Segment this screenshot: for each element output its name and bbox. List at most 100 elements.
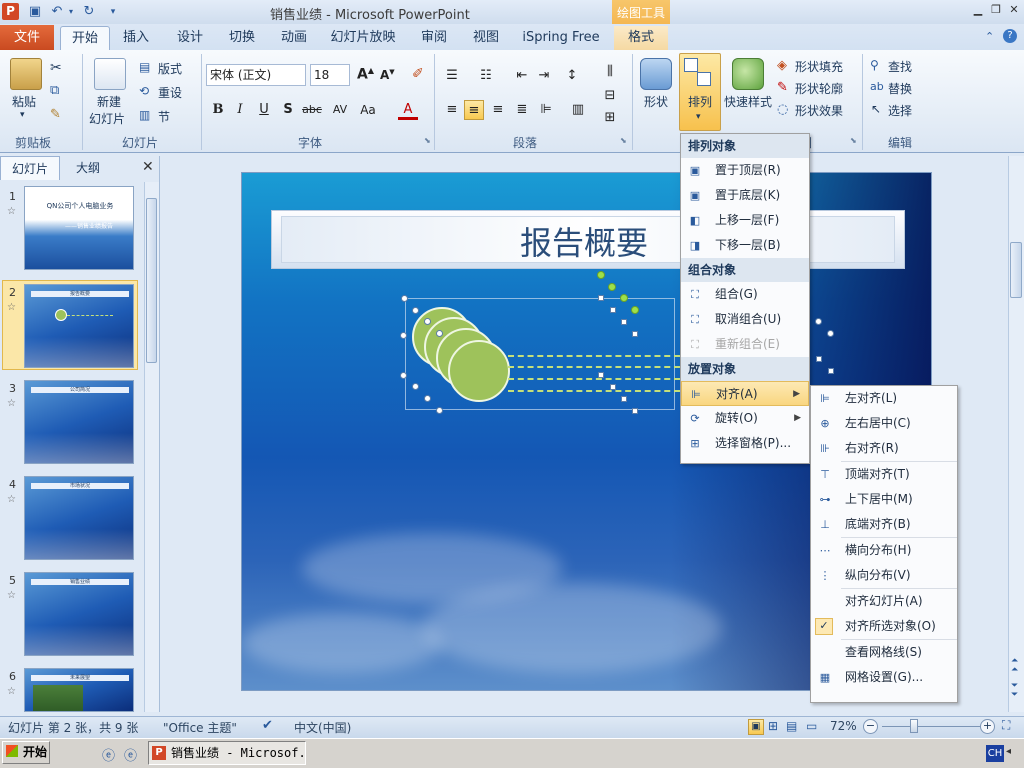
slide-thumbnail-1[interactable]: QN公司个人电脑业务 ——销售业绩报告 (24, 186, 134, 270)
customize-qat-icon[interactable]: ▾ (104, 3, 122, 21)
close-icon[interactable]: ✕ (1006, 2, 1022, 18)
grow-font-icon[interactable]: A▲ (357, 66, 374, 83)
menu-bring-forward[interactable]: ◧ 上移一层(F) (681, 208, 809, 233)
underline-icon[interactable]: U (254, 100, 274, 120)
prev-slide-icon[interactable]: ⏶ ⏶ (1011, 657, 1018, 675)
select-button[interactable]: 选择 (888, 102, 912, 119)
canvas-scrollbar[interactable] (1008, 156, 1024, 712)
menu-align-right[interactable]: ⊪ 右对齐(R) (811, 436, 957, 461)
menu-selection-pane[interactable]: ⊞ 选择窗格(P)... (681, 431, 809, 456)
zoom-in-icon[interactable]: + (980, 719, 995, 734)
shape-outline-icon[interactable]: ✎ (777, 80, 788, 95)
tab-file[interactable]: 文件 (0, 25, 54, 50)
font-color-icon[interactable]: A (398, 100, 418, 120)
replace-button[interactable]: 替换 (888, 80, 912, 97)
shrink-font-icon[interactable]: A▼ (380, 68, 395, 82)
smartart-icon[interactable]: ⊞ (600, 108, 620, 128)
menu-align-center[interactable]: ⊕ 左右居中(C) (811, 411, 957, 436)
resize-handle[interactable] (436, 330, 443, 337)
replace-icon[interactable]: ab (870, 80, 884, 93)
spelling-check-icon[interactable]: ✔ (262, 718, 273, 733)
layout-button[interactable]: 版式 (158, 60, 182, 77)
tab-outline-pane[interactable]: 大纲 (62, 156, 114, 180)
align-text-icon[interactable]: ⊟ (600, 86, 620, 106)
resize-handle[interactable] (610, 307, 616, 313)
resize-handle[interactable] (401, 295, 408, 302)
help-icon[interactable]: ? (1003, 29, 1017, 43)
font-name-combo[interactable]: 宋体 (正文) (206, 64, 306, 86)
ime-options-icon[interactable]: ◂ (1006, 746, 1011, 757)
slide-thumbnail-2[interactable]: 报告概要 (24, 284, 134, 368)
resize-handle[interactable] (424, 395, 431, 402)
justify-icon[interactable]: ≣ (512, 100, 532, 120)
new-slide-icon[interactable] (94, 58, 126, 90)
menu-align-middle[interactable]: ⊶ 上下居中(M) (811, 487, 957, 512)
copy-icon[interactable]: ⧉ (50, 83, 59, 98)
char-spacing-icon[interactable]: AV (330, 100, 350, 120)
tab-home[interactable]: 开始 (60, 26, 110, 50)
font-dialog-launcher-icon[interactable]: ⬊ (424, 136, 431, 145)
ime-indicator[interactable]: CH (986, 745, 1004, 762)
text-direction-icon[interactable]: ⫼ (600, 62, 620, 82)
shape-effects-button[interactable]: 形状效果 (795, 102, 843, 119)
normal-view-icon[interactable]: ▣ (748, 719, 764, 735)
menu-distribute-vertically[interactable]: ⋮ 纵向分布(V) (811, 563, 957, 588)
tab-animations[interactable]: 动画 (272, 26, 316, 50)
shape-outline-button[interactable]: 形状轮廓 (795, 80, 843, 97)
cut-icon[interactable]: ✂ (50, 60, 62, 76)
zoom-level[interactable]: 72% (830, 719, 857, 733)
shape-fill-icon[interactable]: ◈ (777, 58, 787, 73)
menu-align-to-slide[interactable]: 对齐幻灯片(A) (811, 589, 957, 614)
slideshow-view-icon[interactable]: ▭ (806, 719, 817, 733)
resize-handle[interactable] (827, 330, 834, 337)
find-button[interactable]: 查找 (888, 58, 912, 75)
dashed-line[interactable] (508, 390, 680, 392)
menu-distribute-horizontally[interactable]: ⋯ 横向分布(H) (811, 538, 957, 563)
dashed-line[interactable] (508, 378, 680, 380)
columns-icon[interactable]: ▥ (568, 100, 588, 120)
save-icon[interactable]: ▣ (26, 3, 44, 21)
menu-ungroup[interactable]: ⛶ 取消组合(U) (681, 307, 809, 332)
quick-styles-button[interactable]: 快速样式 (724, 93, 772, 110)
menu-align[interactable]: ⊫ 对齐(A) ▶ (681, 381, 809, 406)
menu-align-top[interactable]: ⊤ 顶端对齐(T) (811, 462, 957, 487)
language-status[interactable]: 中文(中国) (294, 719, 351, 736)
resize-handle[interactable] (632, 408, 638, 414)
reading-view-icon[interactable]: ▤ (786, 719, 797, 733)
slide-title[interactable]: 报告概要 (520, 218, 648, 264)
minimize-icon[interactable]: ▁ (970, 2, 986, 18)
section-icon[interactable]: ▥ (139, 108, 150, 122)
shapes-icon[interactable] (640, 58, 672, 90)
quick-styles-icon[interactable] (732, 58, 764, 90)
drawing-dialog-launcher-icon[interactable]: ⬊ (850, 136, 857, 145)
line-spacing-icon[interactable]: ↕ (562, 66, 582, 86)
resize-handle[interactable] (424, 318, 431, 325)
tab-format[interactable]: 格式 (614, 26, 668, 50)
dashed-line[interactable] (508, 355, 680, 357)
change-case-icon[interactable]: Aa (358, 100, 378, 120)
strikethrough-icon[interactable]: abc (302, 100, 322, 120)
menu-align-bottom[interactable]: ⊥ 底端对齐(B) (811, 512, 957, 537)
slide-thumbnail-6[interactable]: 未来展望 (24, 668, 134, 712)
find-icon[interactable]: ⚲ (870, 58, 879, 72)
menu-bring-to-front[interactable]: ▣ 置于顶层(R) (681, 158, 809, 183)
clear-format-icon[interactable]: ✐ (412, 66, 424, 82)
slides-pane-scroll-thumb[interactable] (146, 198, 157, 363)
increase-indent-icon[interactable]: ⇥ (534, 66, 554, 86)
font-size-combo[interactable]: 18 (310, 64, 350, 86)
tab-review[interactable]: 审阅 (412, 26, 456, 50)
quicklaunch-ie-icon[interactable]: ⓔ (102, 745, 115, 764)
menu-group[interactable]: ⛶ 组合(G) (681, 282, 809, 307)
resize-handle[interactable] (598, 295, 604, 301)
resize-handle[interactable] (400, 372, 407, 379)
resize-handle[interactable] (436, 407, 443, 414)
tab-ispring[interactable]: iSpring Free (518, 26, 604, 50)
tab-view[interactable]: 视图 (464, 26, 508, 50)
layout-icon[interactable]: ▤ (139, 60, 150, 74)
slide-sorter-view-icon[interactable]: ⊞ (768, 719, 778, 733)
quicklaunch-browser-icon[interactable]: ⓔ (124, 745, 137, 764)
section-button[interactable]: 节 (158, 108, 170, 125)
green-circle[interactable] (448, 340, 510, 402)
menu-send-to-back[interactable]: ▣ 置于底层(K) (681, 183, 809, 208)
resize-handle[interactable] (598, 372, 604, 378)
